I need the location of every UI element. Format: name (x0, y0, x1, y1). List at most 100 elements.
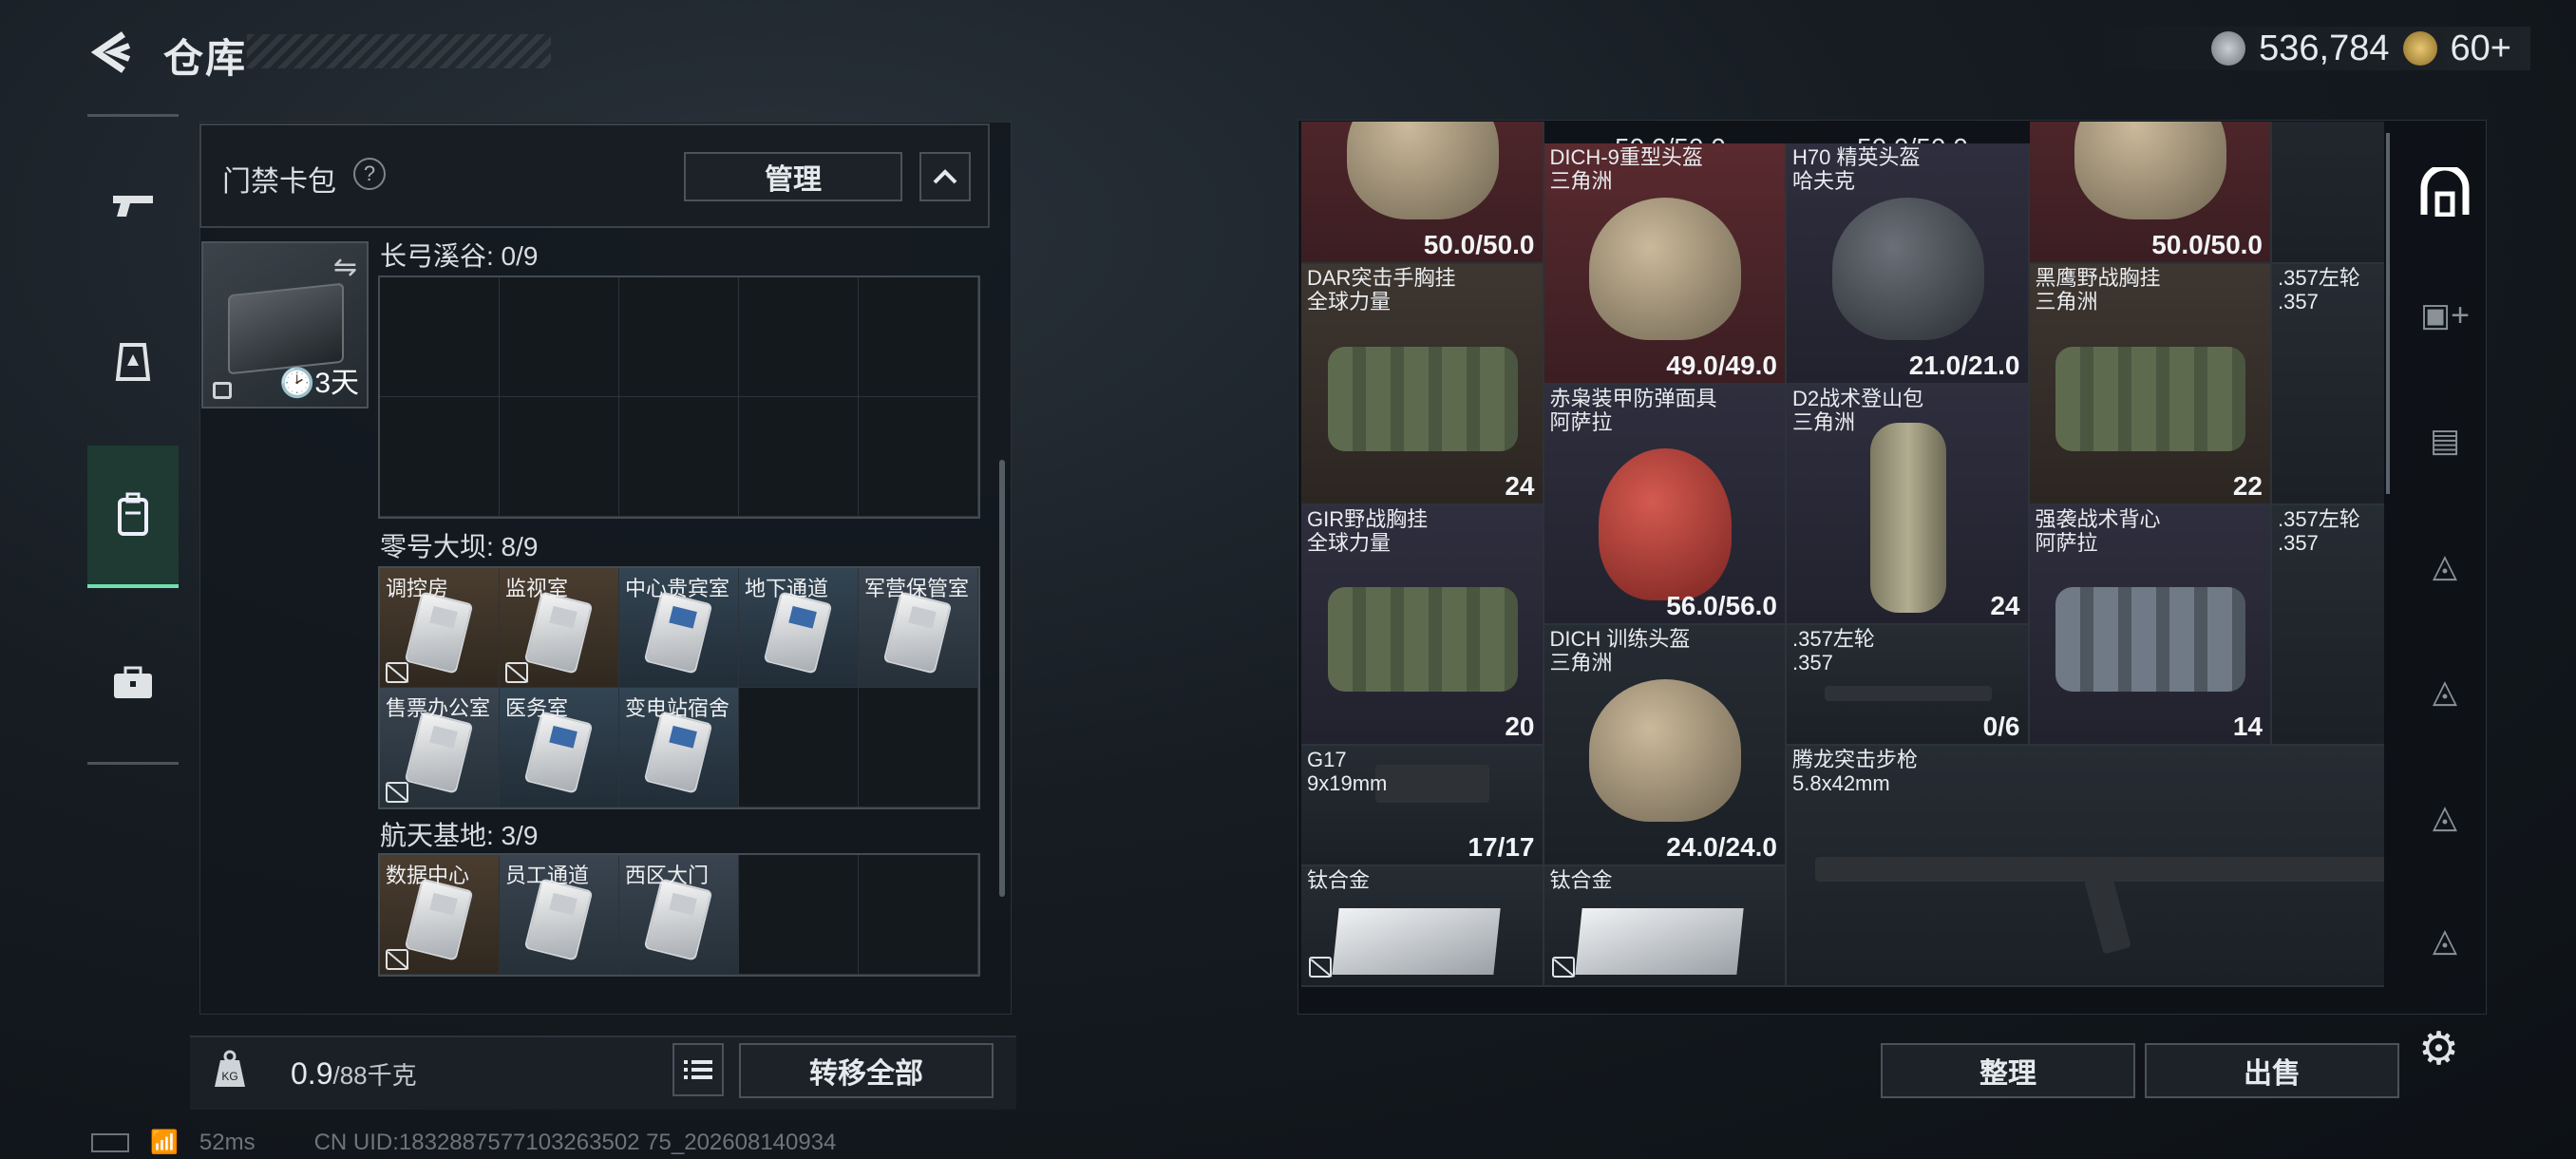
empty-slot[interactable] (859, 277, 978, 397)
stash-item[interactable]: .357左轮 .3570/6 (2272, 504, 2384, 747)
container-slot-1[interactable]: ▤ (2415, 410, 2475, 471)
stash-item[interactable]: D2战术登山包 三角洲 24 (1787, 384, 2030, 626)
keycard-name: 调控房 (386, 577, 449, 600)
stash-item[interactable]: 黑鹰野战胸挂 三角洲 22 (2029, 263, 2272, 505)
keycard-item[interactable]: 中心贵宾室 (619, 568, 739, 688)
item-name: 钛合金 (1549, 868, 1613, 893)
item-name: .357左轮 .357 (2278, 506, 2360, 555)
keycard-image (404, 878, 474, 961)
keycase-item[interactable]: ⇋ 🕑3天 (201, 241, 369, 408)
empty-slot[interactable] (859, 397, 978, 517)
empty-slot[interactable] (739, 397, 859, 517)
sell-button[interactable]: 出售 (2145, 1043, 2399, 1098)
stash-item[interactable]: GIR野战胸挂 全球力量 20 (1301, 504, 1544, 747)
armor-tab[interactable] (87, 316, 179, 408)
stash-item[interactable]: H70 精英头盔 哈夫克 21.0/21.0 (1787, 142, 2030, 385)
empty-slot[interactable] (500, 397, 619, 517)
stash-tab[interactable] (2415, 162, 2475, 222)
backpack-tab[interactable] (87, 446, 179, 588)
back-arrow-icon[interactable] (87, 28, 135, 76)
keycard-name: 数据中心 (386, 864, 470, 887)
item-name: 赤枭装甲防弹面具 阿萨拉 (1549, 386, 1717, 434)
empty-slot[interactable] (619, 277, 739, 397)
briefcase-tab[interactable] (87, 637, 179, 729)
section-label: 长弓溪谷: 0/9 (380, 241, 539, 271)
stash-item[interactable]: 50.0/50.0 (1301, 122, 1544, 264)
empty-slot[interactable] (859, 688, 978, 808)
stash-item[interactable]: DICH-9重型头盔 三角洲 49.0/49.0 (1544, 142, 1787, 385)
item-name: G17 9x19mm (1307, 748, 1388, 796)
stash-item[interactable]: 腾龙突击步枪 5.8x42mm30/30 (1787, 746, 2384, 988)
keycard-image (523, 711, 594, 794)
stash-item[interactable]: 钛合金 (1544, 866, 1787, 988)
container-slot-5[interactable]: ◬ (2415, 910, 2475, 971)
empty-slot[interactable] (739, 688, 859, 808)
item-value: 0/6 (1982, 712, 2020, 742)
vest-image (1327, 587, 1518, 693)
keycard-item[interactable]: 军营保管室 (859, 568, 978, 688)
stash-item[interactable]: .357左轮 .3570/6 (2272, 263, 2384, 505)
add-container-icon: ▣+ (2420, 297, 2470, 333)
keycard-name: 地下通道 (745, 577, 829, 600)
vest-image (2055, 346, 2246, 451)
item-value: 14 (2232, 712, 2263, 742)
empty-slot[interactable] (739, 855, 859, 975)
empty-slot[interactable] (619, 397, 739, 517)
swap-icon[interactable]: ⇋ (333, 251, 357, 284)
weapon-tab[interactable] (87, 159, 179, 250)
stash-item[interactable]: G17 9x19mm 17/17 (1301, 746, 1544, 867)
item-name: DICH 训练头盔 三角洲 (1549, 627, 1691, 675)
currency-bar: 536,784 60+ (2084, 27, 2530, 70)
page-title: 仓库 (163, 36, 248, 81)
keycard-item[interactable]: 售票办公室 (380, 688, 500, 808)
stash-item[interactable]: 钛合金 (1301, 866, 1544, 988)
stash-item[interactable]: 50.0/50.0 (2029, 122, 2272, 264)
silver-amount: 536,784 (2259, 28, 2390, 68)
expire-days: 🕑3天 (278, 368, 359, 399)
stash-grid: 50.0/50.0 50.0/50.0 50.0/50.0DICH-9重型头盔 … (1301, 122, 2384, 1016)
gold-coin-icon (2402, 31, 2437, 66)
container-slot-3[interactable]: ◬ (2415, 661, 2475, 722)
item-value: 17/17 (1468, 832, 1535, 863)
empty-slot[interactable] (380, 397, 500, 517)
container-slot-4[interactable]: ◬ (2415, 787, 2475, 847)
keycard-item[interactable]: 调控房 (380, 568, 500, 688)
keycard-item[interactable]: 地下通道 (739, 568, 859, 688)
keycard-item[interactable]: 医务室 (500, 688, 619, 808)
keycard-item[interactable]: 变电站宿舍 (619, 688, 739, 808)
stash-item[interactable]: .357左轮 .357 0/6 (1787, 625, 2030, 747)
stash-item[interactable]: 赤枭装甲防弹面具 阿萨拉 56.0/56.0 (1544, 384, 1787, 626)
backpack-icon (118, 492, 148, 536)
manage-button[interactable]: 管理 (684, 152, 902, 201)
item-name: .357左轮 .357 (1792, 627, 1875, 675)
helmet-image (1589, 197, 1742, 340)
container-add-slot[interactable]: ▣+ (2415, 285, 2475, 346)
stash-item[interactable]: DICH 训练头盔 三角洲 24.0/24.0 (1544, 625, 1787, 867)
empty-slot[interactable] (859, 855, 978, 975)
keycard-item[interactable]: 员工通道 (500, 855, 619, 975)
gold-amount[interactable]: 60+ (2451, 28, 2511, 69)
weight-readout: 0.9/88千克 (291, 1056, 417, 1091)
list-view-button[interactable] (672, 1043, 724, 1096)
keycard-item[interactable]: 西区大门 (619, 855, 739, 975)
stash-scrollbar[interactable] (2386, 133, 2390, 494)
container-slot-2[interactable]: ◬ (2415, 536, 2475, 597)
item-value: 24 (1990, 591, 2020, 621)
keycard-item[interactable]: 监视室 (500, 568, 619, 688)
transfer-all-button[interactable]: 转移全部 (739, 1043, 994, 1098)
empty-slot[interactable] (500, 277, 619, 397)
pistol-icon (113, 196, 153, 217)
item-value: 20 (1505, 712, 1535, 742)
collapse-button[interactable] (919, 152, 971, 201)
keycard-item[interactable]: 数据中心 (380, 855, 500, 975)
empty-slot[interactable] (380, 277, 500, 397)
stash-item[interactable]: 0/6 (2272, 122, 2384, 264)
help-icon[interactable]: ? (353, 158, 386, 190)
item-name: D2战术登山包 三角洲 (1792, 386, 1924, 434)
stash-item[interactable]: 强袭战术背心 阿萨拉 14 (2029, 504, 2272, 747)
settings-gear-icon[interactable]: ⚙ (2418, 1022, 2459, 1075)
sort-button[interactable]: 整理 (1881, 1043, 2135, 1098)
stash-item[interactable]: DAR突击手胸挂 全球力量 24 (1301, 263, 1544, 505)
left-scrollbar[interactable] (999, 460, 1005, 897)
empty-slot[interactable] (739, 277, 859, 397)
